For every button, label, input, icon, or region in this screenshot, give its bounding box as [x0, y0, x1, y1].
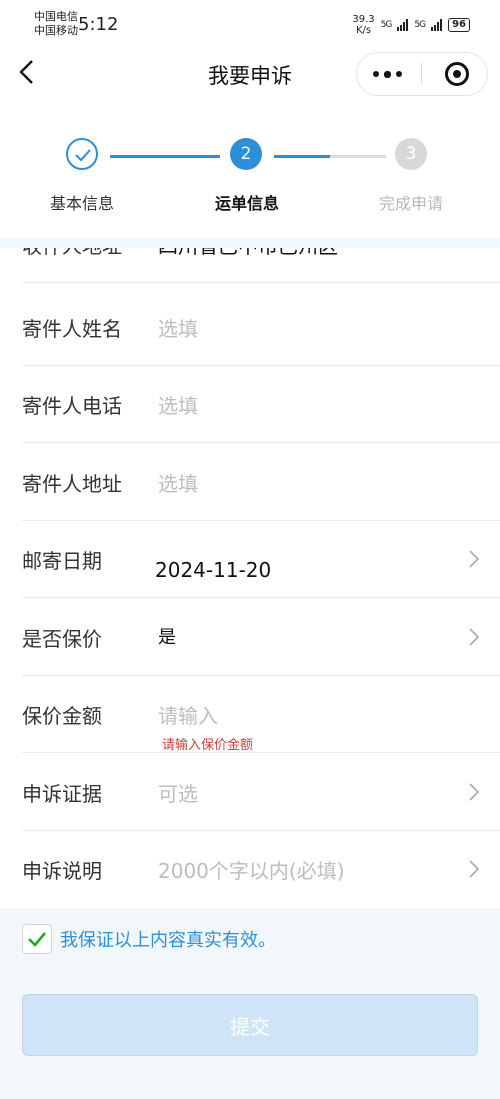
- progress-steps: 2 3 基本信息 运单信息 完成申请: [0, 100, 500, 238]
- field-label: 申诉说明: [22, 859, 102, 883]
- signal-icon: [431, 19, 443, 31]
- evidence-picker[interactable]: 可选: [158, 778, 198, 807]
- field-label: 邮寄日期: [22, 549, 102, 573]
- insured-value[interactable]: 是: [158, 623, 176, 649]
- waybill-form: 收件人地址 四川省巴中市巴州区 寄件人姓名 选填 寄件人电话 选填 寄件人地址 …: [0, 248, 500, 908]
- carrier-1: 中国电信: [34, 10, 78, 23]
- field-label: 保价金额: [22, 704, 102, 728]
- chevron-right-icon: [469, 783, 480, 801]
- clock: 5:12: [78, 14, 119, 35]
- insured-amount-input[interactable]: 请输入: [158, 700, 218, 729]
- recipient-address-row[interactable]: 收件人地址 四川省巴中市巴州区: [0, 248, 500, 283]
- network-speed: 39.3 K/s: [352, 14, 374, 36]
- speed-unit: K/s: [355, 25, 372, 36]
- sender-address-row[interactable]: 寄件人地址 选填: [0, 444, 500, 521]
- error-message: 请输入保价金额: [162, 738, 254, 753]
- step-3-label: 完成申请: [378, 194, 443, 213]
- status-bar: 中国电信 中国移动 5:12 39.3 K/s 5G 5G 96: [0, 0, 500, 48]
- evidence-row[interactable]: 申诉证据 可选: [0, 754, 500, 831]
- agreement-checkbox[interactable]: [22, 924, 52, 954]
- field-label: 申诉证据: [22, 782, 102, 806]
- more-dots-icon[interactable]: [373, 71, 402, 78]
- step-1-label: 基本信息: [49, 194, 114, 213]
- submit-button[interactable]: 提交: [22, 994, 478, 1056]
- field-label: 是否保价: [22, 627, 102, 651]
- mail-date-value[interactable]: 2024-11-20: [155, 558, 271, 582]
- field-label: 寄件人姓名: [22, 317, 122, 341]
- nav-bar: 我要申诉: [0, 48, 500, 100]
- battery-icon: 96: [448, 18, 470, 32]
- sender-name-row[interactable]: 寄件人姓名 选填: [0, 289, 500, 366]
- mail-date-row[interactable]: 邮寄日期 2024-11-20: [0, 521, 500, 598]
- field-label: 收件人地址: [22, 248, 122, 259]
- sender-phone-input[interactable]: 选填: [158, 390, 198, 419]
- carrier-names: 中国电信 中国移动: [34, 10, 78, 38]
- sender-name-input[interactable]: 选填: [158, 313, 198, 342]
- field-label: 寄件人电话: [22, 394, 122, 418]
- step-3-pending: 3: [395, 138, 427, 170]
- check-icon: [75, 149, 91, 162]
- sender-address-input[interactable]: 选填: [158, 468, 198, 497]
- network-type-1: 5G: [380, 20, 393, 30]
- chevron-right-icon: [469, 550, 480, 568]
- description-row[interactable]: 申诉说明 2000个字以内(必填): [0, 831, 500, 908]
- speed-value: 39.3: [352, 14, 375, 25]
- step-connector-1: [110, 155, 220, 158]
- sender-phone-row[interactable]: 寄件人电话 选填: [0, 366, 500, 443]
- field-label: 寄件人地址: [22, 472, 122, 496]
- agreement: 我保证以上内容真实有效。: [22, 924, 276, 954]
- insured-row[interactable]: 是否保价 是: [0, 599, 500, 676]
- recipient-address-value: 四川省巴中市巴州区: [158, 248, 338, 259]
- network-type-2: 5G: [414, 20, 426, 30]
- carrier-2: 中国移动: [34, 24, 78, 37]
- step-2-active: 2: [230, 138, 262, 170]
- check-icon: [28, 932, 46, 947]
- target-circle-icon[interactable]: [445, 62, 469, 86]
- chevron-right-icon: [469, 628, 480, 646]
- signal-icon: [397, 19, 409, 31]
- insured-amount-row[interactable]: 保价金额 请输入 请输入保价金额: [0, 676, 500, 753]
- step-connector-2-rest: [330, 155, 386, 158]
- status-icons: 39.3 K/s 5G 5G 96: [352, 14, 470, 36]
- capsule-divider: [421, 63, 422, 85]
- step-connector-2-progress: [274, 155, 330, 158]
- description-input[interactable]: 2000个字以内(必填): [158, 855, 345, 884]
- agreement-text: 我保证以上内容真实有效。: [60, 930, 276, 951]
- chevron-right-icon: [469, 860, 480, 878]
- step-2-label: 运单信息: [214, 194, 279, 213]
- mini-program-capsule: [356, 52, 488, 96]
- step-1-done: [66, 138, 98, 170]
